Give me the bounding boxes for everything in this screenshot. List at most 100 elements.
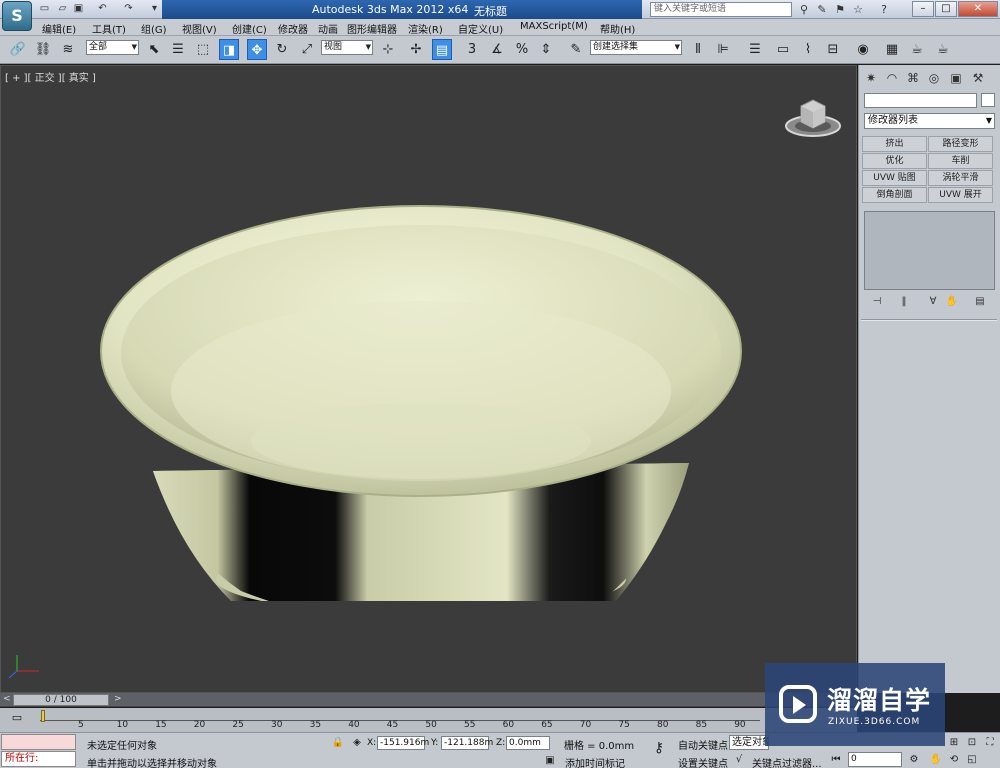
graphite-tools-icon[interactable]: ▭: [773, 39, 793, 60]
select-by-name-icon[interactable]: ☰: [168, 39, 188, 60]
configure-sets-icon[interactable]: ▤: [972, 295, 988, 309]
modifier-stack-view[interactable]: [864, 211, 995, 290]
modifier-list-dropdown[interactable]: 修改器列表: [864, 113, 995, 129]
menu-graph-editors[interactable]: 图形编辑器: [347, 21, 397, 36]
pin-stack-icon[interactable]: ⊣: [869, 295, 885, 309]
schematic-view-icon[interactable]: ⊟: [823, 39, 843, 60]
current-frame-field[interactable]: 0: [848, 752, 902, 767]
mirror-icon[interactable]: ⫴: [688, 39, 708, 60]
app-logo[interactable]: S: [2, 1, 32, 31]
subscription-icon[interactable]: ⚑: [832, 2, 848, 17]
binoculars-icon[interactable]: ⚲: [796, 2, 812, 17]
z-coordinate-field[interactable]: 0.0mm: [506, 736, 550, 750]
menu-animation[interactable]: 动画: [318, 21, 338, 36]
maxscript-listener[interactable]: [1, 734, 76, 750]
object-name-field[interactable]: [864, 93, 977, 108]
spinner-snap-icon[interactable]: ⇕: [536, 39, 556, 60]
make-unique-icon[interactable]: ∀: [925, 295, 941, 309]
hierarchy-tab-icon[interactable]: ⌘: [904, 69, 922, 87]
rect-selection-icon[interactable]: ⬚: [193, 39, 213, 60]
absolute-mode-icon[interactable]: ◈: [349, 735, 365, 750]
lathe-button[interactable]: 车削: [928, 153, 993, 169]
track-bar[interactable]: ▭ 5 10 15 20 25 30 35 40 45 50 55 60 65 70 75 80 85 90: [0, 708, 857, 732]
pan-view-icon[interactable]: ✋: [928, 752, 944, 767]
maxscript-running-line[interactable]: 所在行:: [1, 751, 76, 767]
undo-icon[interactable]: ↶: [96, 3, 109, 15]
manipulate-icon[interactable]: ✢: [406, 39, 426, 60]
lock-selection-icon[interactable]: 🔒: [330, 735, 346, 750]
slider-prev-icon[interactable]: <: [3, 694, 11, 704]
key-mode-dropdown[interactable]: 选定对象: [729, 735, 769, 750]
material-editor-icon[interactable]: ◉: [853, 39, 873, 60]
search-input[interactable]: 键入关键字或短语: [650, 2, 792, 17]
motion-tab-icon[interactable]: ◎: [925, 69, 943, 87]
set-key-mode-button[interactable]: 设置关键点: [678, 755, 728, 768]
zoom-all-icon[interactable]: ⊡: [964, 735, 980, 750]
keyboard-shortcut-icon[interactable]: ▤: [432, 39, 452, 60]
select-link-icon[interactable]: 🔗: [8, 39, 28, 60]
current-frame-marker[interactable]: [41, 710, 45, 722]
open-file-icon[interactable]: ▱: [56, 3, 69, 15]
modify-tab-icon[interactable]: ◠: [883, 69, 901, 87]
menu-create[interactable]: 创建(C): [232, 21, 267, 36]
named-selection-dropdown[interactable]: 创建选择集: [590, 40, 682, 55]
unwrap-uvw-button[interactable]: UVW 展开: [928, 187, 993, 203]
set-key-icon[interactable]: ⚷: [648, 741, 670, 756]
viewcube-icon[interactable]: [783, 94, 843, 138]
redo-icon[interactable]: ↷: [122, 3, 135, 15]
maximize-button[interactable]: □: [935, 1, 957, 17]
new-file-icon[interactable]: ▭: [38, 3, 51, 15]
remove-modifier-icon[interactable]: ✋: [944, 295, 960, 309]
menu-views[interactable]: 视图(V): [182, 21, 217, 36]
window-crossing-icon[interactable]: ◨: [219, 39, 239, 60]
favorites-icon[interactable]: ☆: [850, 2, 866, 17]
rendered-frame-icon[interactable]: ☕: [907, 39, 927, 60]
menu-modifiers[interactable]: 修改器: [278, 21, 308, 36]
show-end-result-icon[interactable]: ‖: [896, 295, 912, 309]
help-icon[interactable]: ?: [876, 2, 892, 17]
angle-snap-icon[interactable]: ∡: [487, 39, 507, 60]
menu-maxscript[interactable]: MAXScript(M): [520, 21, 588, 32]
key-filter-icon[interactable]: √: [731, 752, 747, 767]
snaps-toggle-icon[interactable]: 3: [462, 39, 482, 60]
x-coordinate-field[interactable]: -151.916m: [377, 736, 429, 750]
key-filters-button[interactable]: 关键点过滤器...: [752, 755, 822, 768]
slider-next-icon[interactable]: >: [114, 694, 122, 704]
uvw-map-button[interactable]: UVW 贴图: [862, 170, 927, 186]
curve-editor-icon[interactable]: ⌇: [798, 39, 818, 60]
unlink-icon[interactable]: ⛓: [33, 39, 53, 60]
edit-named-selection-icon[interactable]: ✎: [566, 39, 586, 60]
save-file-icon[interactable]: ▣: [72, 3, 85, 15]
orbit-view-icon[interactable]: ⟲: [946, 752, 962, 767]
selection-filter-dropdown[interactable]: 全部: [86, 40, 139, 55]
percent-snap-icon[interactable]: %: [512, 39, 532, 60]
turbosmooth-button[interactable]: 涡轮平滑: [928, 170, 993, 186]
menu-customize[interactable]: 自定义(U): [458, 21, 503, 36]
menu-group[interactable]: 组(G): [141, 21, 167, 36]
time-slider-thumb[interactable]: 0 / 100: [13, 694, 109, 706]
optimize-button[interactable]: 优化: [862, 153, 927, 169]
field-of-view-icon[interactable]: ⛶: [982, 735, 998, 750]
time-config-icon[interactable]: ⚙: [906, 752, 922, 767]
y-coordinate-field[interactable]: -121.188m: [441, 736, 493, 750]
select-scale-icon[interactable]: ⤢: [297, 39, 317, 60]
customize-qa-icon[interactable]: ▾: [148, 3, 161, 15]
menu-rendering[interactable]: 渲染(R): [408, 21, 443, 36]
path-deform-button[interactable]: 路径变形: [928, 136, 993, 152]
go-to-start-icon[interactable]: ⏮: [828, 752, 844, 767]
bind-spacewarp-icon[interactable]: ≋: [58, 39, 78, 60]
bevel-profile-button[interactable]: 倒角剖面: [862, 187, 927, 203]
render-setup-icon[interactable]: ▦: [882, 39, 902, 60]
create-tab-icon[interactable]: ✷: [862, 69, 880, 87]
menu-tools[interactable]: 工具(T): [92, 21, 126, 36]
align-icon[interactable]: ⊫: [713, 39, 733, 60]
auto-key-button[interactable]: 自动关键点: [678, 737, 728, 752]
add-time-tag[interactable]: 添加时间标记: [565, 755, 625, 768]
minimize-button[interactable]: –: [912, 1, 934, 17]
pivot-center-icon[interactable]: ⊹: [378, 39, 398, 60]
viewport-label[interactable]: [ + ][ 正交 ][ 真实 ]: [5, 69, 96, 84]
select-move-icon[interactable]: ✥: [247, 39, 267, 60]
menu-help[interactable]: 帮助(H): [600, 21, 635, 36]
select-object-icon[interactable]: ⬉: [144, 39, 164, 60]
zoom-extents-icon[interactable]: ⊞: [946, 735, 962, 750]
